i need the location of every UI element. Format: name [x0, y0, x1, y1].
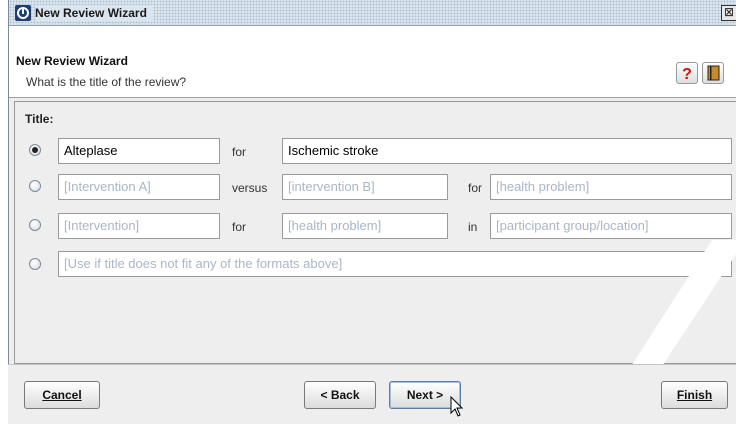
finish-button[interactable]: Finish: [661, 381, 728, 409]
format-radio-3[interactable]: [29, 219, 41, 231]
wizard-question: What is the title of the review?: [26, 75, 187, 89]
format-radio-1[interactable]: [29, 144, 41, 156]
connector-label: for: [232, 145, 247, 159]
back-button[interactable]: < Back: [304, 381, 376, 409]
next-button[interactable]: Next >: [389, 381, 461, 409]
health-problem-field-1[interactable]: Ischemic stroke: [282, 138, 732, 164]
help-button[interactable]: ?: [676, 62, 698, 84]
book-icon: [707, 65, 720, 81]
connector-label: for: [232, 220, 247, 234]
help-icon: ?: [682, 66, 692, 83]
back-label: < Back: [320, 388, 360, 402]
intervention-field-3[interactable]: [Intervention]: [58, 213, 220, 239]
intervention-b-field[interactable]: [intervention B]: [282, 174, 448, 200]
cancel-label: Cancel: [42, 388, 82, 402]
window-title: New Review Wizard: [35, 5, 153, 21]
intervention-a-field[interactable]: [Intervention A]: [58, 174, 220, 200]
connector-label: for: [468, 181, 483, 195]
finish-label: Finish: [676, 388, 713, 402]
wizard-heading: New Review Wizard: [16, 54, 128, 68]
format-radio-2[interactable]: [29, 180, 41, 192]
intervention-field-1[interactable]: Alteplase: [58, 138, 220, 164]
title-bar[interactable]: New Review Wizard ⊠: [9, 0, 736, 26]
health-problem-field-3[interactable]: [health problem]: [282, 213, 448, 239]
connector-label: in: [468, 220, 478, 234]
health-problem-field-2[interactable]: [health problem]: [490, 174, 732, 200]
title-label: Title:: [25, 112, 54, 126]
book-button[interactable]: [702, 62, 724, 84]
cancel-button[interactable]: Cancel: [24, 381, 100, 409]
free-title-field[interactable]: [Use if title does not fit any of the fo…: [58, 251, 732, 277]
svg-text:?: ?: [682, 66, 692, 83]
format-radio-4[interactable]: [29, 258, 41, 270]
connector-label: versus: [232, 181, 268, 195]
next-label: Next >: [406, 388, 444, 402]
participant-group-field[interactable]: [participant group/location]: [490, 213, 732, 239]
revman-icon: [15, 5, 31, 21]
close-icon[interactable]: ⊠: [721, 5, 736, 21]
